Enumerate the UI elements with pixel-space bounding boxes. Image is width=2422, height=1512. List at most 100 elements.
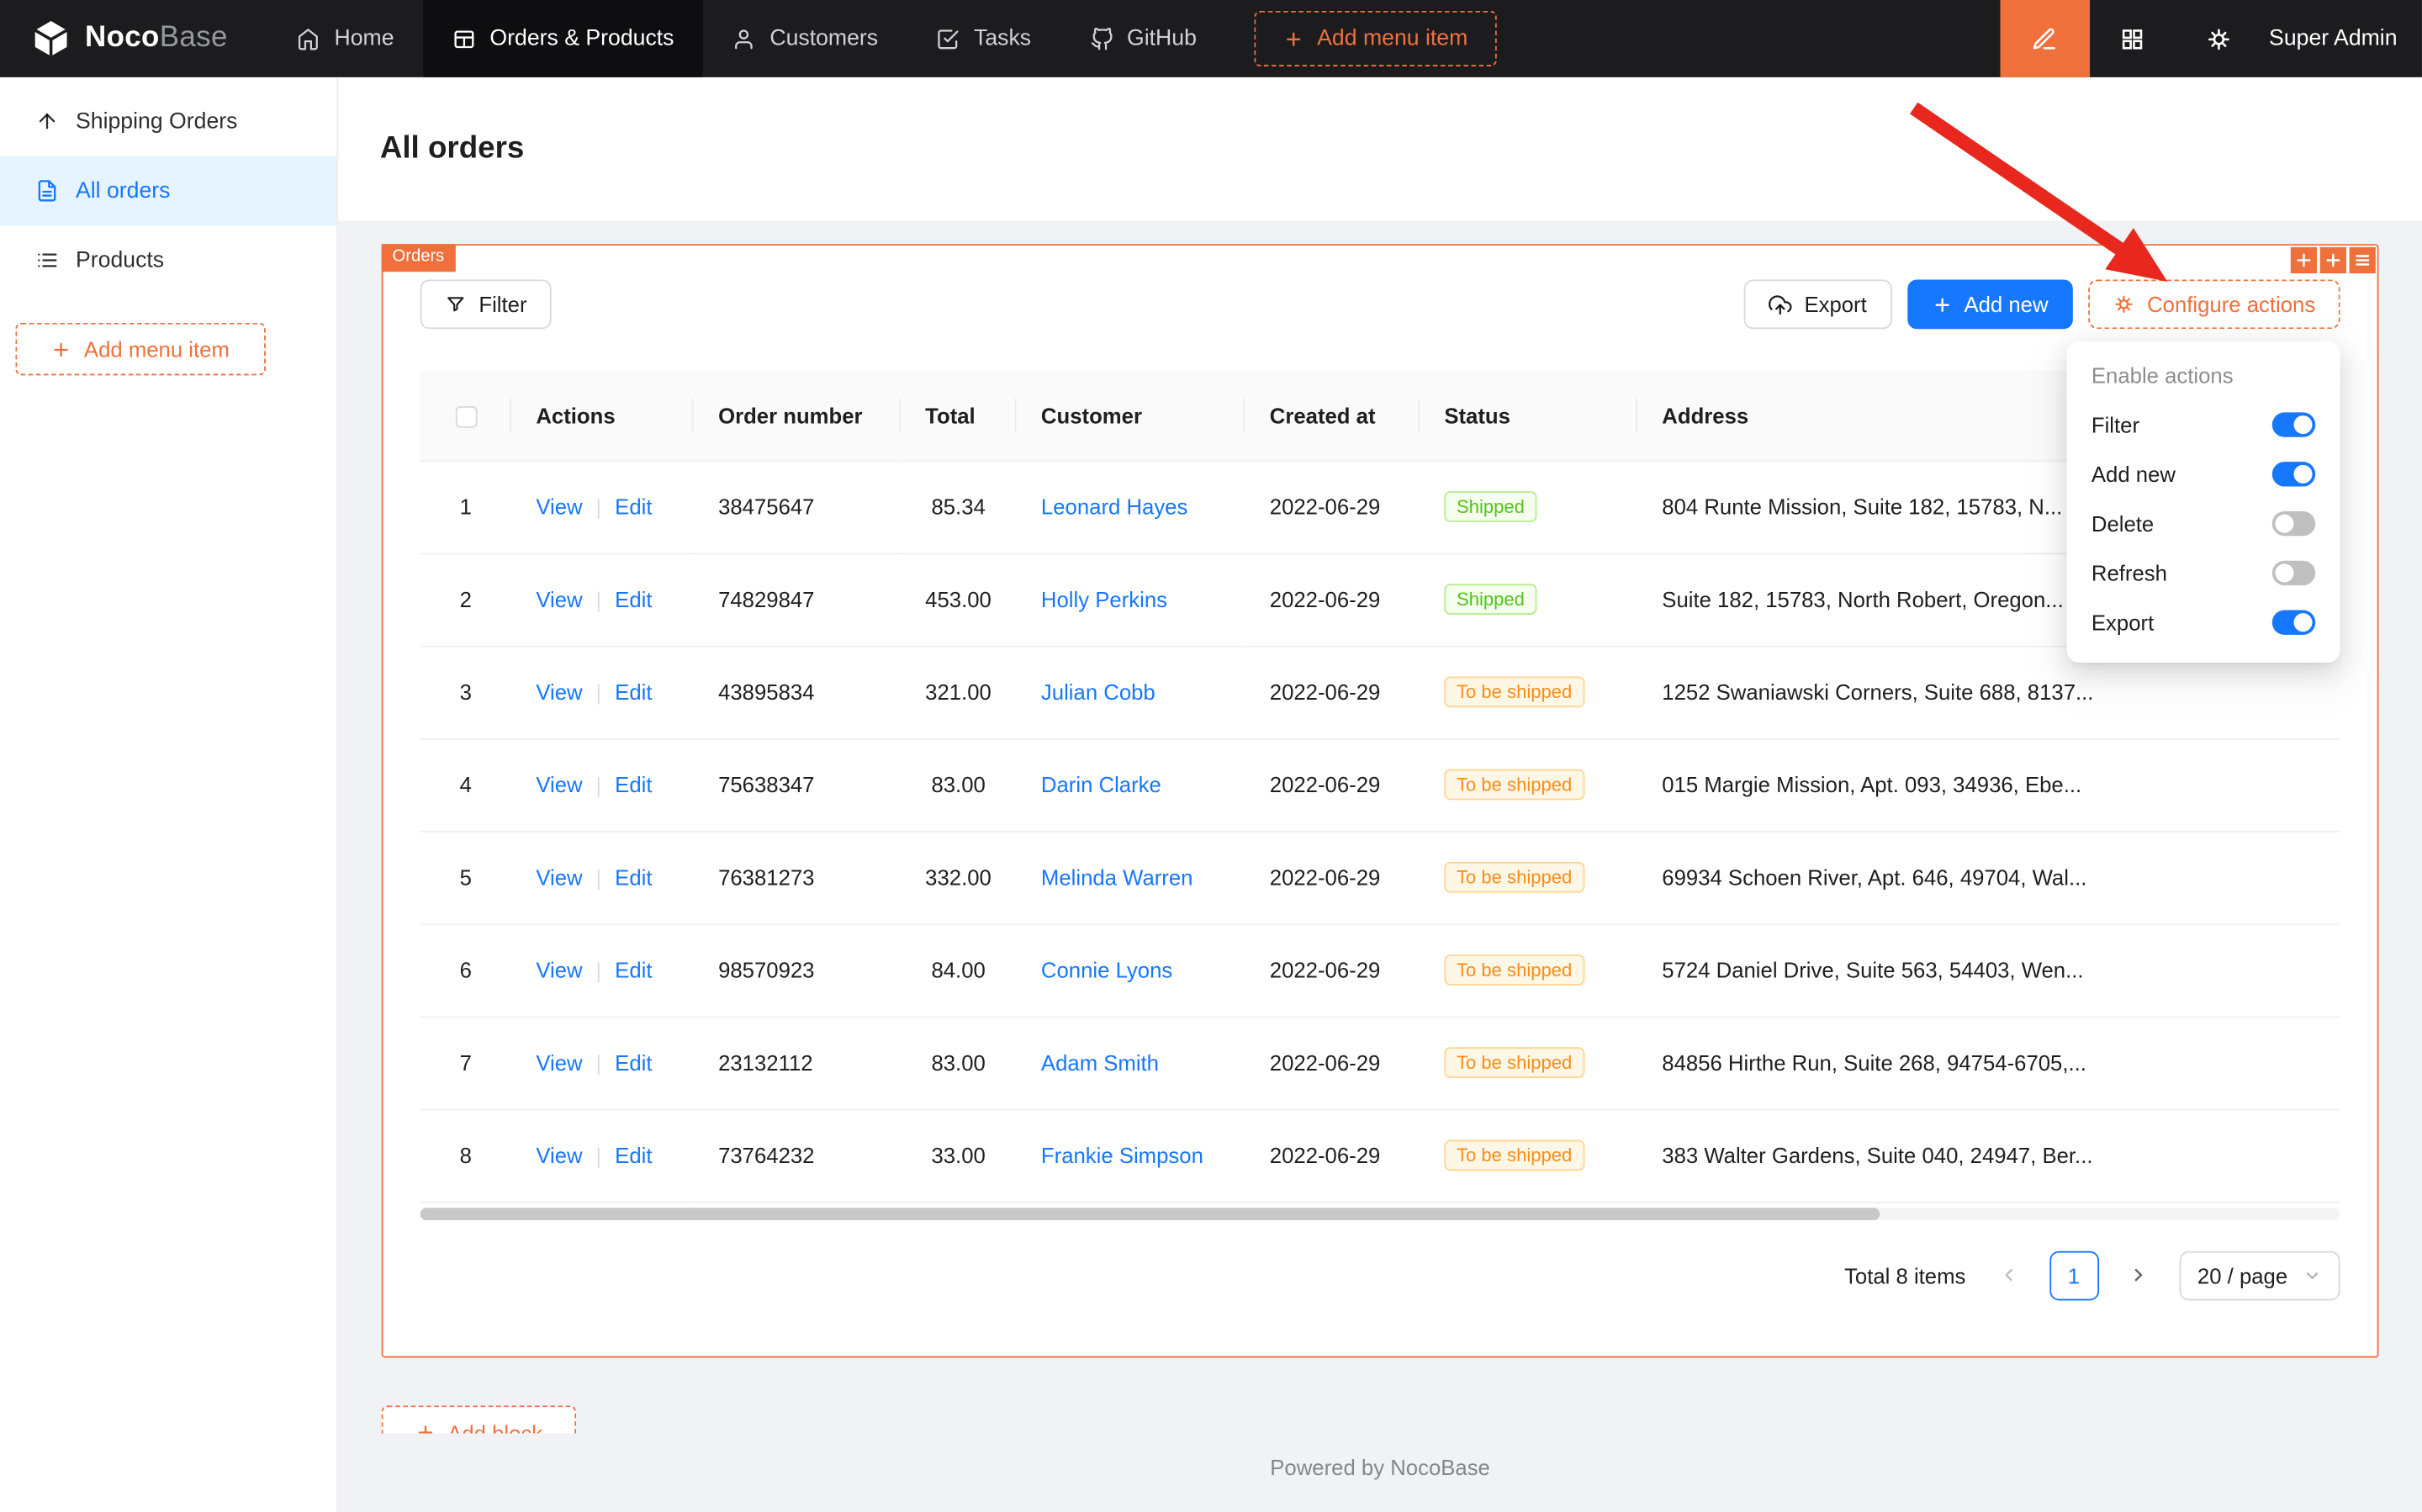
dropdown-item-label: Export (2091, 610, 2154, 634)
enable-actions-dropdown: Enable actions Filter Add new Delete (2067, 341, 2340, 663)
chevron-down-icon (2303, 1266, 2322, 1284)
total-cell: 33.00 (901, 1109, 1017, 1202)
customer-link[interactable]: Adam Smith (1041, 1050, 1159, 1075)
filter-toggle[interactable] (2272, 412, 2315, 436)
brand-bold: Noco (85, 22, 160, 55)
sidebar-item-all-orders[interactable]: All orders (0, 156, 336, 226)
dropdown-item-delete[interactable]: Delete (2073, 499, 2334, 548)
view-link[interactable]: View (536, 865, 582, 890)
horizontal-scrollbar-thumb[interactable] (420, 1207, 1880, 1219)
total-cell: 83.00 (901, 738, 1017, 831)
edit-link[interactable]: Edit (615, 1143, 652, 1167)
dropdown-item-filter[interactable]: Filter (2073, 400, 2334, 450)
nav-item-label: GitHub (1127, 26, 1197, 50)
nav-item-label: Tasks (974, 26, 1031, 50)
orders-table-block: Orders (382, 244, 2379, 1356)
action-divider (598, 870, 600, 890)
customer-link[interactable]: Connie Lyons (1041, 958, 1172, 982)
edit-link[interactable]: Edit (615, 679, 652, 704)
view-link[interactable]: View (536, 772, 582, 796)
customer-link[interactable]: Holly Perkins (1041, 587, 1167, 611)
github-icon (1090, 27, 1113, 50)
plus-square-icon[interactable] (2291, 247, 2317, 273)
edit-link[interactable]: Edit (615, 772, 652, 796)
row-index: 6 (420, 923, 511, 1016)
view-link[interactable]: View (536, 1050, 582, 1075)
sidebar-add-menu-item-button[interactable]: Add menu item (15, 323, 266, 375)
dropdown-item-refresh[interactable]: Refresh (2073, 548, 2334, 598)
arrow-up-icon (35, 109, 59, 133)
row-index: 3 (420, 646, 511, 738)
row-actions-cell: View Edit (511, 923, 694, 1016)
current-user[interactable]: Super Admin (2269, 26, 2398, 50)
edit-link[interactable]: Edit (615, 1050, 652, 1075)
plus-square-icon[interactable] (2320, 247, 2346, 273)
table-row: 1 ViewEdit 38475647 85.34 Leonard Hayes … (420, 460, 2340, 552)
edit-link[interactable]: Edit (615, 958, 652, 982)
select-all-checkbox[interactable] (455, 406, 477, 428)
view-link[interactable]: View (536, 587, 582, 611)
horizontal-scrollbar[interactable] (420, 1207, 2340, 1219)
add-block-button[interactable]: Add block (382, 1404, 576, 1432)
brand[interactable]: NocoBase (31, 19, 228, 59)
pagination: Total 8 items 1 (420, 1250, 2340, 1300)
menu-icon[interactable] (2350, 247, 2376, 273)
total-cell: 85.34 (901, 460, 1017, 552)
created-at-cell: 2022-06-29 (1245, 831, 1420, 923)
column-header-customer: Customer (1017, 371, 1245, 461)
next-page-button[interactable] (2114, 1250, 2164, 1300)
refresh-toggle[interactable] (2272, 561, 2315, 585)
total-cell: 332.00 (901, 831, 1017, 923)
order-number-cell: 73764232 (694, 1109, 901, 1202)
created-at-cell: 2022-06-29 (1245, 460, 1420, 552)
status-badge: To be shipped (1444, 1047, 1584, 1078)
add-new-button[interactable]: Add new (1907, 279, 2073, 329)
page-size-select[interactable]: 20 / page (2179, 1250, 2340, 1300)
export-button[interactable]: Export (1744, 279, 1891, 329)
view-link[interactable]: View (536, 494, 582, 519)
edit-link[interactable]: Edit (615, 587, 652, 611)
sidebar-item-shipping-orders[interactable]: Shipping Orders (0, 87, 336, 156)
plus-icon (1932, 294, 1952, 315)
view-link[interactable]: View (536, 958, 582, 982)
edit-link[interactable]: Edit (615, 865, 652, 890)
order-number-cell: 74829847 (694, 553, 901, 646)
nav-item-customers[interactable]: Customers (703, 0, 907, 77)
sidebar-item-label: Shipping Orders (76, 108, 237, 133)
created-at-cell: 2022-06-29 (1245, 1109, 1420, 1202)
filter-button[interactable]: Filter (420, 279, 552, 329)
export-toggle[interactable] (2272, 610, 2315, 634)
funnel-icon (445, 293, 467, 315)
sidebar-item-products[interactable]: Products (0, 225, 336, 295)
ui-editor-toggle-button[interactable] (2000, 0, 2090, 77)
settings-button[interactable] (2176, 0, 2263, 77)
created-at-cell: 2022-06-29 (1245, 553, 1420, 646)
navbar-add-menu-item-button[interactable]: Add menu item (1254, 11, 1497, 66)
view-link[interactable]: View (536, 679, 582, 704)
customer-cell: Melinda Warren (1017, 831, 1245, 923)
column-header-order-number: Order number (694, 371, 901, 461)
customer-link[interactable]: Melinda Warren (1041, 865, 1193, 890)
customer-link[interactable]: Leonard Hayes (1041, 494, 1187, 519)
orders-table: Actions Order number Total Customer Crea… (420, 371, 2340, 1219)
customer-cell: Adam Smith (1017, 1017, 1245, 1109)
nav-item-github[interactable]: GitHub (1060, 0, 1226, 77)
delete-toggle[interactable] (2272, 511, 2315, 536)
edit-link[interactable]: Edit (615, 494, 652, 519)
nav-item-home[interactable]: Home (268, 0, 424, 77)
page-number-button[interactable]: 1 (2049, 1250, 2099, 1300)
customer-link[interactable]: Julian Cobb (1041, 679, 1155, 704)
nav-item-tasks[interactable]: Tasks (907, 0, 1060, 77)
add-new-toggle[interactable] (2272, 462, 2315, 486)
created-at-cell: 2022-06-29 (1245, 1017, 1420, 1109)
dropdown-item-add-new[interactable]: Add new (2073, 449, 2334, 499)
pagination-total: Total 8 items (1844, 1263, 1965, 1287)
prev-page-button[interactable] (1984, 1250, 2033, 1300)
customer-link[interactable]: Darin Clarke (1041, 772, 1161, 796)
configure-actions-button[interactable]: Configure actions (2088, 279, 2340, 329)
dropdown-item-export[interactable]: Export (2073, 598, 2334, 648)
customer-link[interactable]: Frankie Simpson (1041, 1143, 1203, 1167)
view-link[interactable]: View (536, 1143, 582, 1167)
plugins-button[interactable] (2090, 0, 2176, 77)
nav-item-orders-products[interactable]: Orders & Products (423, 0, 703, 77)
